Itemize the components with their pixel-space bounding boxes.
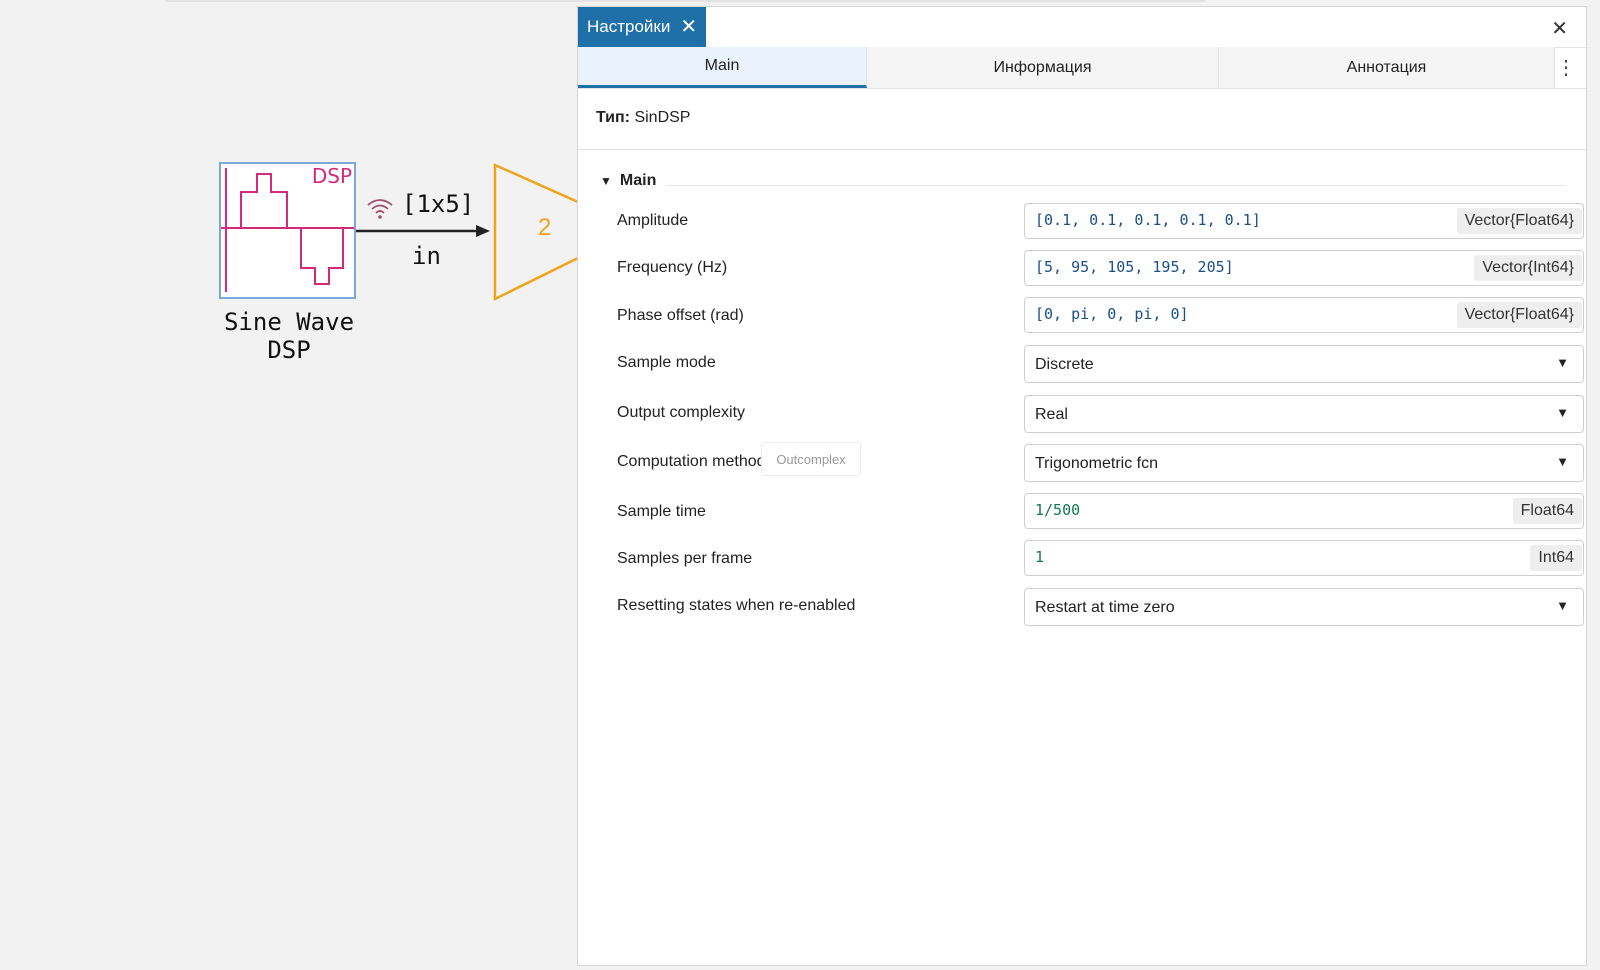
computation-method-select[interactable]: Trigonometric fcn ▼	[1024, 444, 1584, 482]
tab-settings-label: Настройки	[587, 17, 671, 36]
chevron-down-icon: ▼	[1556, 355, 1569, 370]
block-title-text: Sine Wave DSP	[200, 308, 378, 364]
resetting-states-value: Restart at time zero	[1035, 599, 1175, 616]
amplitude-type-badge: Vector{Float64}	[1456, 208, 1582, 234]
sample-time-value: 1/500	[1035, 501, 1081, 519]
tooltip-text: Outcomplex	[776, 451, 846, 467]
param-label-amplitude: Amplitude	[617, 212, 689, 229]
canvas-top-edge	[165, 0, 1205, 2]
tooltip: Outcomplex	[761, 442, 861, 476]
param-label-computation-method: Computation method	[617, 453, 766, 470]
sample-mode-select[interactable]: Discrete ▼	[1024, 345, 1584, 383]
dsp-tag: DSP	[311, 164, 352, 188]
close-icon[interactable]: ✕	[680, 17, 697, 37]
resetting-states-select[interactable]: Restart at time zero ▼	[1024, 588, 1584, 626]
collapse-triangle-icon: ▼	[600, 174, 612, 188]
block-title-line: Sine Wave	[223, 308, 355, 336]
amplitude-value: [0.1, 0.1, 0.1, 0.1, 0.1]	[1035, 211, 1261, 229]
param-label-frequency: Frequency (Hz)	[617, 259, 728, 276]
param-label-resetting-states: Resetting states when re-enabled	[617, 597, 856, 614]
section-rule	[666, 185, 1566, 186]
phase-offset-type-badge: Vector{Float64}	[1456, 302, 1582, 328]
param-label-samples-per-frame: Samples per frame	[617, 550, 753, 567]
chevron-down-icon: ▼	[1556, 454, 1569, 469]
samples-per-frame-value: 1	[1035, 548, 1045, 566]
sample-time-type-badge: Float64	[1512, 498, 1582, 524]
gain-block[interactable]	[490, 162, 580, 302]
tab-annotation-label: Аннотация	[1346, 58, 1427, 76]
tab-main[interactable]: Main	[578, 47, 867, 88]
frequency-value: [5, 95, 105, 195, 205]	[1035, 258, 1234, 276]
section-title: Main	[619, 172, 657, 189]
phase-offset-field[interactable]: [0, pi, 0, pi, 0] Vector{Float64}	[1024, 297, 1584, 333]
block-title-line: DSP	[267, 336, 311, 364]
frequency-field[interactable]: [5, 95, 105, 195, 205] Vector{Int64}	[1024, 250, 1584, 286]
tab-annotation[interactable]: Аннотация	[1219, 47, 1555, 88]
param-label-sample-mode: Sample mode	[617, 354, 716, 371]
settings-panel: Настройки ✕ ✕ Main Информация Аннотация …	[577, 6, 1587, 966]
samples-per-frame-type-badge: Int64	[1530, 545, 1582, 571]
tab-settings[interactable]: Настройки ✕	[578, 7, 706, 47]
output-complexity-select[interactable]: Real ▼	[1024, 395, 1584, 433]
type-value: SinDSP	[634, 109, 691, 126]
wireless-signal-icon	[367, 199, 393, 219]
chevron-down-icon: ▼	[1556, 598, 1569, 613]
param-label-phase-offset: Phase offset (rad)	[617, 307, 744, 324]
chevron-down-icon: ▼	[1556, 405, 1569, 420]
close-icon[interactable]: ✕	[1551, 16, 1568, 41]
panel-tab-bar: Настройки ✕ ✕	[578, 7, 1586, 48]
param-label-output-complexity: Output complexity	[617, 404, 746, 421]
subtab-bar: Main Информация Аннотация	[578, 47, 1586, 89]
param-label-sample-time: Sample time	[617, 503, 706, 520]
tab-main-label: Main	[704, 57, 740, 74]
input-port-label: in	[412, 242, 441, 270]
frequency-type-badge: Vector{Int64}	[1474, 255, 1582, 281]
type-label: Тип:	[596, 109, 630, 126]
signal-size-label: [1x5]	[402, 190, 475, 218]
output-complexity-value: Real	[1035, 406, 1068, 423]
phase-offset-value: [0, pi, 0, pi, 0]	[1035, 305, 1189, 323]
sine-wave-dsp-block[interactable]: DSP	[219, 162, 356, 299]
divider	[578, 149, 1586, 150]
tab-information[interactable]: Информация	[867, 47, 1219, 88]
kebab-icon[interactable]: ⋮	[1556, 55, 1576, 80]
tab-information-label: Информация	[993, 58, 1092, 76]
sample-mode-value: Discrete	[1035, 356, 1094, 373]
section-main-header[interactable]: ▼ Main	[600, 172, 656, 190]
samples-per-frame-field[interactable]: 1 Int64	[1024, 540, 1584, 576]
block-type: Тип: SinDSP	[596, 109, 690, 127]
block-title: Sine Wave DSP	[200, 308, 378, 364]
signal-wire[interactable]	[356, 218, 496, 238]
gain-value: 2	[538, 214, 552, 241]
computation-method-value: Trigonometric fcn	[1035, 455, 1158, 472]
amplitude-field[interactable]: [0.1, 0.1, 0.1, 0.1, 0.1] Vector{Float64…	[1024, 203, 1584, 239]
sample-time-field[interactable]: 1/500 Float64	[1024, 493, 1584, 529]
